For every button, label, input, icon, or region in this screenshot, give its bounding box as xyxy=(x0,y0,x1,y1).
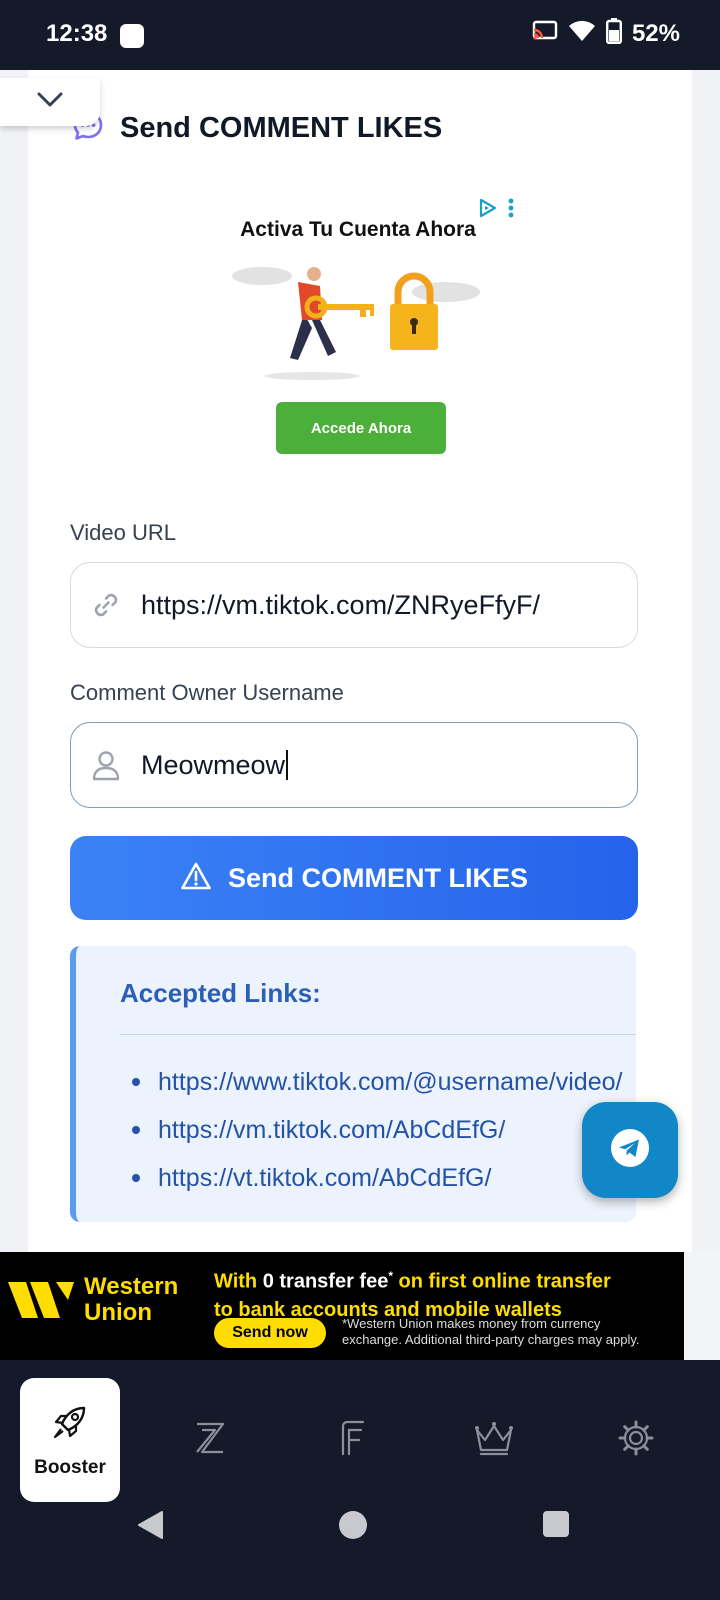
form-card: Send COMMENT LIKES Activa Tu Cuenta Ahor… xyxy=(28,70,692,1252)
accepted-link: https://vt.tiktok.com/AbCdEfG/ xyxy=(158,1163,492,1192)
crown-icon xyxy=(473,1418,515,1463)
send-button-label: Send COMMENT LIKES xyxy=(227,862,528,893)
ad-headline: Activa Tu Cuenta Ahora xyxy=(240,218,476,241)
back-icon[interactable] xyxy=(136,1510,164,1545)
accepted-links-box: Accepted Links: https://www.tiktok.com/@… xyxy=(70,946,636,1222)
wifi-icon xyxy=(568,20,596,47)
accepted-link: https://vm.tiktok.com/AbCdEfG/ xyxy=(158,1115,506,1144)
divider xyxy=(120,1034,636,1035)
list-item: https://www.tiktok.com/@username/video/ xyxy=(120,1058,622,1106)
link-icon xyxy=(71,589,141,621)
status-time: 12:38 xyxy=(46,20,108,47)
home-icon[interactable] xyxy=(338,1510,368,1545)
ad-cta-button[interactable]: Accede Ahora xyxy=(276,402,446,454)
send-comment-likes-button[interactable]: Send COMMENT LIKES xyxy=(70,836,638,920)
battery-percent: 52% xyxy=(631,19,680,47)
video-url-label: Video URL xyxy=(70,520,176,545)
f-icon xyxy=(336,1418,368,1463)
text-caret xyxy=(286,750,289,780)
recents-icon[interactable] xyxy=(542,1510,570,1543)
card-header: Send COMMENT LIKES xyxy=(72,110,442,147)
wu-disclaimer-line1: *Western Union makes money from currency xyxy=(342,1316,601,1331)
username-value: Meowmeow xyxy=(141,749,286,780)
wu-disclaimer-line2: exchange. Additional third-party charges… xyxy=(342,1332,640,1347)
accepted-links-list: https://www.tiktok.com/@username/video/ … xyxy=(120,1058,622,1202)
wu-headline-part2: on first online transfer xyxy=(393,1270,611,1293)
logo-text-line1: Western xyxy=(84,1273,179,1300)
system-nav-bar xyxy=(0,1470,720,1600)
rocket-icon xyxy=(50,1402,90,1447)
western-union-ad[interactable]: Western Union With 0 transfer fee* on fi… xyxy=(0,1252,684,1360)
status-bar: 12:38 52% xyxy=(0,0,720,70)
collapse-button[interactable] xyxy=(0,78,100,126)
wu-headline: With 0 transfer fee* on first online tra… xyxy=(214,1262,611,1324)
wu-headline-part1: With xyxy=(214,1270,263,1293)
notification-icon xyxy=(120,24,144,48)
send-now-button[interactable]: Send now xyxy=(214,1318,326,1348)
ad-banner[interactable]: Activa Tu Cuenta Ahora Accede Ahora xyxy=(188,192,528,474)
username-input[interactable]: Meowmeow xyxy=(70,722,638,808)
z-icon xyxy=(192,1418,228,1463)
warning-icon xyxy=(180,861,212,896)
telegram-button[interactable] xyxy=(582,1102,678,1198)
bullet xyxy=(132,1078,140,1086)
list-item: https://vm.tiktok.com/AbCdEfG/ xyxy=(120,1106,622,1154)
user-icon xyxy=(71,749,141,781)
ad-illustration xyxy=(228,262,488,387)
accepted-links-title: Accepted Links: xyxy=(120,978,321,1008)
telegram-icon xyxy=(608,1126,652,1175)
cast-icon xyxy=(532,20,558,47)
chevron-down-icon xyxy=(36,91,64,114)
western-union-logo: Western Union xyxy=(8,1274,178,1326)
wu-headline-bold: 0 transfer fee xyxy=(262,1270,389,1293)
wu-disclaimer: *Western Union makes money from currency… xyxy=(342,1316,639,1348)
video-url-input[interactable]: https://vm.tiktok.com/ZNRyeFfyF/ xyxy=(70,562,638,648)
accepted-link: https://www.tiktok.com/@username/video/ xyxy=(158,1067,623,1096)
gear-icon xyxy=(616,1418,656,1463)
main-content: Send COMMENT LIKES Activa Tu Cuenta Ahor… xyxy=(0,70,720,1252)
page-title: Send COMMENT LIKES xyxy=(120,112,443,144)
bullet xyxy=(132,1126,140,1134)
status-icons: 52% xyxy=(532,18,680,49)
video-url-value: https://vm.tiktok.com/ZNRyeFfyF/ xyxy=(141,589,541,620)
logo-text-line2: Union xyxy=(84,1299,152,1326)
battery-icon xyxy=(605,18,622,49)
bullet xyxy=(132,1174,140,1182)
username-label: Comment Owner Username xyxy=(70,680,344,705)
list-item: https://vt.tiktok.com/AbCdEfG/ xyxy=(120,1154,622,1202)
